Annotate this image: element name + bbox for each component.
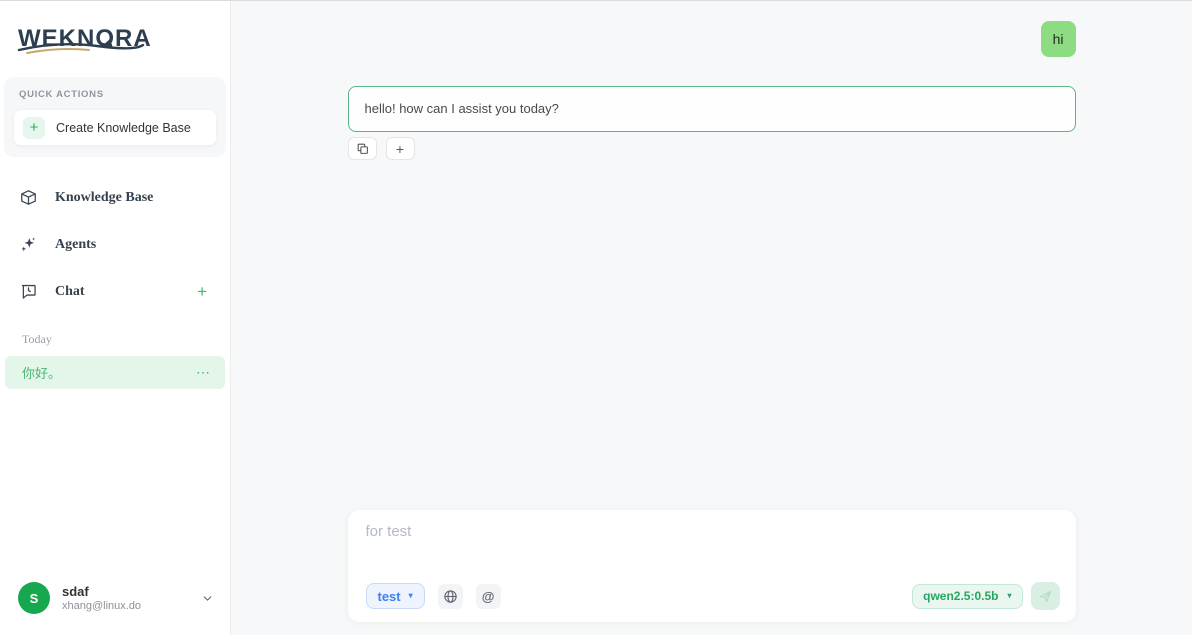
sidebar-item-knowledge-base[interactable]: Knowledge Base	[0, 174, 230, 221]
app-window: WEKNORA QUICK ACTIONS + Create Knowledge…	[0, 0, 1192, 635]
assistant-message: hello! how can I assist you today?	[348, 86, 1076, 132]
chat-history-section: Today 你好。 ⋯	[0, 315, 230, 389]
at-sign-icon: @	[482, 589, 495, 604]
sidebar-spacer	[0, 389, 230, 569]
knowledge-base-selector-value: test	[378, 589, 401, 604]
new-chat-button[interactable]: +	[193, 281, 211, 302]
chat-empty-space	[348, 160, 1076, 510]
history-section-label: Today	[22, 332, 230, 347]
mention-button[interactable]: @	[476, 584, 501, 609]
user-message: hi	[1041, 21, 1076, 57]
chevron-down-icon	[201, 592, 214, 605]
sparkles-icon	[19, 235, 38, 254]
avatar: S	[18, 582, 50, 614]
model-selector-value: qwen2.5:0.5b	[923, 589, 998, 603]
sidebar-item-label: Chat	[55, 284, 85, 300]
sidebar-item-chat[interactable]: Chat +	[0, 268, 230, 315]
app-logo: WEKNORA	[0, 1, 230, 63]
sidebar: WEKNORA QUICK ACTIONS + Create Knowledge…	[0, 1, 231, 635]
chat-history-title: 你好。	[22, 363, 61, 382]
user-name: sdaf	[62, 584, 141, 599]
more-options-icon[interactable]: ⋯	[196, 364, 211, 381]
caret-down-icon: ▾	[409, 592, 413, 600]
knowledge-base-selector[interactable]: test ▾	[366, 583, 425, 609]
model-selector[interactable]: qwen2.5:0.5b ▾	[912, 584, 1022, 609]
plus-icon: +	[23, 117, 45, 139]
sidebar-item-label: Knowledge Base	[55, 190, 153, 206]
web-search-button[interactable]	[438, 584, 463, 609]
user-email: xhang@linux.do	[62, 600, 141, 612]
send-button[interactable]	[1031, 582, 1060, 610]
message-input[interactable]	[366, 523, 1060, 582]
chat-column: hi hello! how can I assist you today? + …	[348, 1, 1076, 635]
paper-plane-icon	[1038, 589, 1053, 604]
globe-icon	[443, 589, 458, 604]
user-profile[interactable]: S sdaf xhang@linux.do	[0, 569, 230, 627]
sidebar-item-agents[interactable]: Agents	[0, 221, 230, 268]
copy-icon	[356, 142, 369, 155]
new-message-button[interactable]: +	[386, 137, 415, 160]
copy-message-button[interactable]	[348, 137, 377, 160]
chat-bubble-icon	[19, 282, 38, 301]
logo-swoosh-icon	[17, 39, 145, 55]
create-kb-label: Create Knowledge Base	[56, 121, 191, 135]
create-knowledge-base-button[interactable]: + Create Knowledge Base	[13, 109, 217, 146]
chat-main: hi hello! how can I assist you today? + …	[231, 1, 1192, 635]
message-actions: +	[348, 137, 1076, 160]
quick-actions-label: QUICK ACTIONS	[19, 89, 217, 100]
sidebar-item-label: Agents	[55, 237, 96, 253]
composer-toolbar: test ▾ @	[366, 582, 1060, 610]
caret-down-icon: ▾	[1007, 592, 1011, 600]
composer-toolbar-right: qwen2.5:0.5b ▾	[912, 582, 1059, 610]
user-meta: sdaf xhang@linux.do	[62, 584, 141, 612]
quick-actions-panel: QUICK ACTIONS + Create Knowledge Base	[4, 77, 226, 157]
sidebar-nav: Knowledge Base Agents Chat +	[0, 174, 230, 315]
cube-icon	[19, 188, 38, 207]
chat-history-item[interactable]: 你好。 ⋯	[5, 356, 225, 389]
composer: test ▾ @	[348, 510, 1076, 622]
